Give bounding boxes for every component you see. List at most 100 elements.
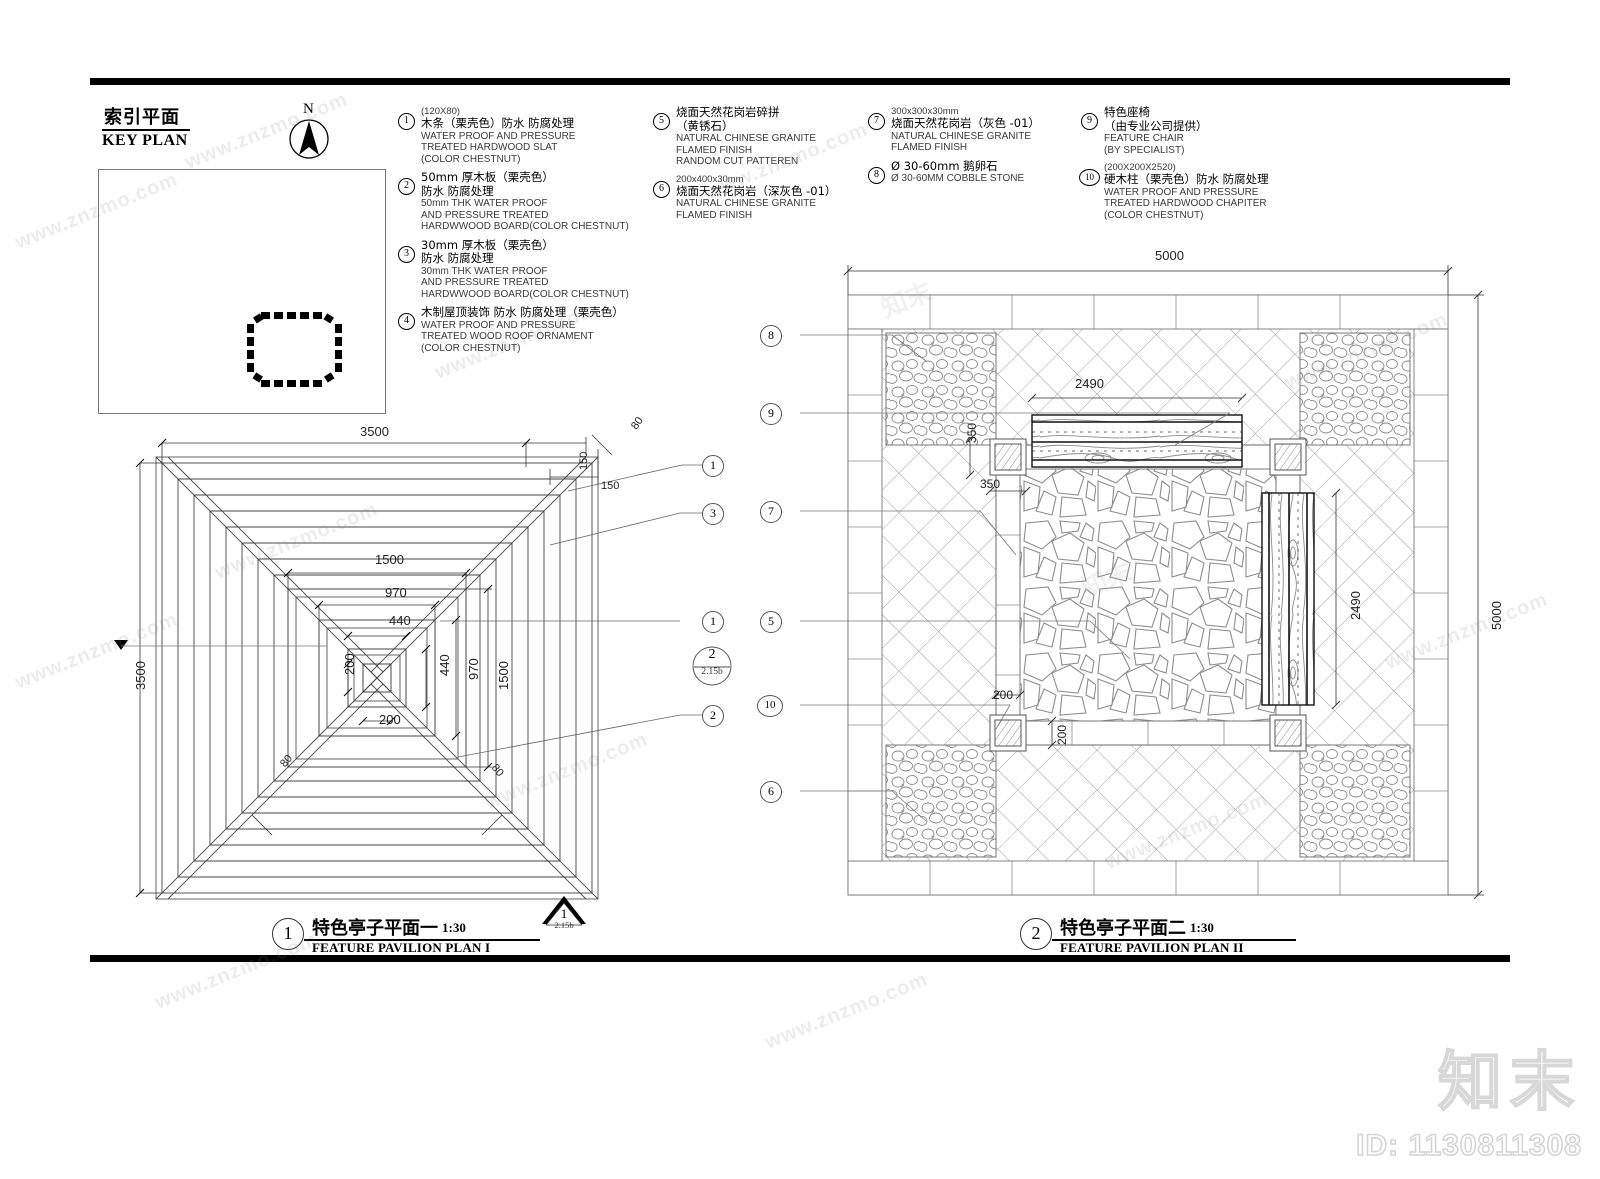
- key-plan-title-underline: [102, 129, 190, 131]
- legend-text-cn: （黄锈石）: [676, 118, 734, 133]
- legend-item: 5 烧面天然花岗岩碎拼 （黄锈石） NATURAL CHINESE GRANIT…: [653, 105, 863, 168]
- plan1-number: 1: [272, 918, 304, 950]
- legend-text-cn: 硬木柱（栗壳色）防水 防腐处理: [1104, 172, 1269, 186]
- dim-ring4-h: 440: [437, 654, 452, 676]
- dim-ring3-h: 970: [466, 658, 481, 680]
- legend-number: 10: [1079, 169, 1100, 186]
- legend-item: 2 50mm 厚木板（栗壳色） 防水 防腐处理 50mm THK WATER P…: [398, 170, 648, 233]
- legend-number: 4: [398, 313, 415, 330]
- dim-post-350-h: 350: [980, 477, 1001, 491]
- plan1-title-cn-text: 特色亭子平面一: [312, 918, 438, 939]
- section-arrow-icon: [114, 640, 327, 650]
- key-plan-title-en: KEY PLAN: [102, 132, 188, 149]
- legend-text-cn: 特色座椅: [1104, 105, 1150, 119]
- legend-number: 7: [868, 113, 885, 130]
- section-flag-number: 2: [708, 647, 716, 662]
- legend-text-cn: 防水 防腐处理: [421, 183, 494, 198]
- legend-text-en: NATURAL CHINESE GRANITE: [676, 198, 817, 209]
- legend-item: 4 木制屋顶装饰 防水 防腐处理（栗壳色） WATER PROOF AND PR…: [398, 305, 648, 354]
- pavilion-paving-plan-drawing: [800, 255, 1520, 915]
- plan2-scale: 1:30: [1190, 920, 1214, 935]
- legend-text-en: AND PRESSURE TREATED: [421, 277, 549, 288]
- key-plan-title-cn: 索引平面: [104, 107, 180, 128]
- callout-bubble-8[interactable]: 8: [760, 325, 782, 347]
- brand-watermark: 知末: [1437, 1045, 1582, 1121]
- roof-plan-svg: [135, 434, 712, 900]
- callout-bubble-6[interactable]: 6: [760, 781, 782, 803]
- plan2-title-cn-text: 特色亭子平面二: [1060, 918, 1186, 939]
- section-flag-right[interactable]: 2 2.15b: [690, 646, 734, 686]
- key-plan-location-marker: [247, 312, 342, 387]
- legend-number: 1: [398, 113, 415, 130]
- key-plan: 索引平面 KEY PLAN N: [98, 101, 398, 415]
- callout-bubble-1b[interactable]: 1: [702, 611, 724, 633]
- frame-rule-top: [90, 78, 1510, 85]
- plan2-title-en: FEATURE PAVILION PLAN II: [1060, 940, 1244, 955]
- legend-text-en: (BY SPECIALIST): [1104, 144, 1185, 156]
- callout-bubble-10[interactable]: 10: [757, 695, 783, 717]
- callout-bubble-5[interactable]: 5: [760, 611, 782, 633]
- legend-number: 9: [1081, 113, 1098, 130]
- key-plan-frame: [98, 169, 386, 414]
- callout-bubble-1a[interactable]: 1: [702, 455, 724, 477]
- legend-text-en: TREATED HARDWOOD CHAPITER: [1104, 198, 1267, 209]
- legend-text-en: HARDWWOOD BOARD(COLOR CHESTNUT): [421, 221, 629, 232]
- pavilion-roof-plan-drawing: [120, 425, 740, 925]
- callout-bubble-7[interactable]: 7: [760, 501, 782, 523]
- legend-item: 1 (120X80) 木条（栗壳色）防水 防腐处理 WATER PROOF AN…: [398, 106, 648, 165]
- legend-column-4: 9 特色座椅 （由专业公司提供） FEATURE CHAIR (BY SPECI…: [1079, 105, 1296, 227]
- north-arrow: N: [286, 101, 332, 161]
- legend-text-cn: 烧面天然花岗岩碎拼: [676, 105, 780, 119]
- plan1-title-block: 1 特色亭子平面一 1:30 FEATURE PAVILION PLAN I: [272, 912, 572, 960]
- material-legend: 1 (120X80) 木条（栗壳色）防水 防腐处理 WATER PROOF AN…: [398, 105, 1508, 354]
- legend-number: 5: [653, 113, 670, 130]
- legend-text-cn: 烧面天然花岗岩（灰色 -01）: [891, 116, 1040, 130]
- plan2-title-block: 2 特色亭子平面二 1:30 FEATURE PAVILION PLAN II: [1020, 912, 1330, 960]
- brand-id-watermark: ID: 1130811308: [1355, 1128, 1582, 1163]
- legend-text-cn: 木制屋顶装饰 防水 防腐处理（栗壳色）: [421, 305, 624, 319]
- legend-text-en: WATER PROOF AND PRESSURE: [421, 130, 576, 142]
- legend-text-en: TREATED HARDWOOD SLAT: [421, 142, 558, 153]
- legend-text-cn: （由专业公司提供）: [1104, 118, 1208, 133]
- legend-column-2: 5 烧面天然花岗岩碎拼 （黄锈石） NATURAL CHINESE GRANIT…: [653, 105, 863, 227]
- legend-text-en: FLAMED FINISH: [676, 144, 753, 156]
- plan1-title-cn: 特色亭子平面一 1:30: [312, 914, 466, 940]
- legend-text-cn: 30mm 厚木板（栗壳色）: [421, 237, 554, 252]
- callout-bubble-2[interactable]: 2: [702, 705, 724, 727]
- callout-bubble-3[interactable]: 3: [702, 503, 724, 525]
- drawing-sheet: 索引平面 KEY PLAN N 1 (120X80) 木条（栗壳色）防水 防腐处…: [0, 0, 1600, 1179]
- dim-ring4-w: 440: [389, 613, 411, 628]
- legend-item: 10 (200X200X2520) 硬木柱（栗壳色）防水 防腐处理 WATER …: [1079, 162, 1296, 221]
- dim-overall-height-1: 3500: [133, 661, 148, 690]
- legend-text-en: (COLOR CHESTNUT): [1104, 209, 1204, 221]
- legend-item: 7 300x300x30mm 烧面天然花岗岩（灰色 -01） NATURAL C…: [868, 106, 1073, 154]
- legend-text-en: NATURAL CHINESE GRANITE: [676, 133, 817, 144]
- dim-bench-length-h: 2490: [1075, 376, 1104, 391]
- legend-number: 2: [398, 178, 415, 195]
- dim-eave-150-a: 150: [578, 451, 590, 470]
- legend-column-3: 7 300x300x30mm 烧面天然花岗岩（灰色 -01） NATURAL C…: [868, 106, 1073, 191]
- legend-text-cn: 烧面天然花岗岩（深灰色 -01）: [676, 183, 837, 198]
- dim-eave-150-b: 150: [601, 480, 620, 492]
- legend-text-en: HARDWWOOD BOARD(COLOR CHESTNUT): [421, 288, 629, 300]
- section-flag-sub: 2.15b: [701, 667, 723, 677]
- dim-ring3-w: 970: [385, 585, 407, 600]
- legend-item: 9 特色座椅 （由专业公司提供） FEATURE CHAIR (BY SPECI…: [1081, 105, 1296, 156]
- watermark-tile: www.znzmo.com: [762, 968, 932, 1054]
- callout-bubble-9[interactable]: 9: [760, 403, 782, 425]
- legend-text-cn: 防水 防腐处理: [421, 251, 494, 265]
- dim-post-350-v: 350: [965, 422, 979, 443]
- legend-text-en: TREATED WOOD ROOF ORNAMENT: [421, 331, 594, 342]
- dim-kerb-200-v: 200: [1055, 724, 1069, 745]
- legend-size: 200x400x30mm: [676, 173, 744, 185]
- dim-ring2-h: 1500: [496, 661, 511, 690]
- legend-number: 6: [653, 180, 670, 198]
- legend-text-en: RANDOM CUT PATTEREN: [676, 156, 799, 167]
- plan2-title-cn: 特色亭子平面二 1:30: [1060, 914, 1214, 940]
- legend-text-en: WATER PROOF AND PRESSURE: [421, 319, 576, 331]
- legend-text-en: 50mm THK WATER PROOF: [421, 198, 548, 209]
- legend-text-cn: 50mm 厚木板（栗壳色）: [421, 170, 554, 184]
- legend-number: 3: [398, 245, 415, 263]
- legend-text-en: (COLOR CHESTNUT): [421, 153, 521, 165]
- north-label: N: [303, 101, 314, 117]
